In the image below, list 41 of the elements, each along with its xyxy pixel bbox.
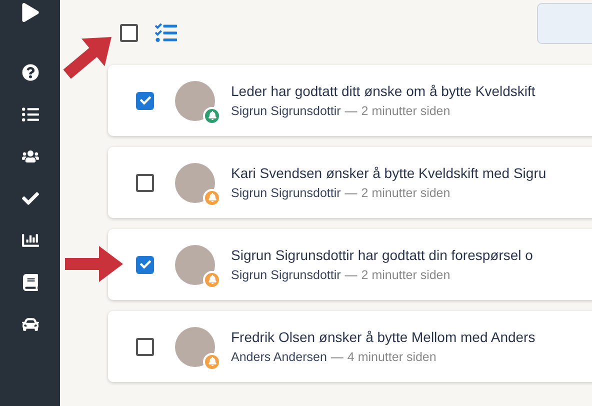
check-icon	[140, 259, 150, 270]
author-name: Sigrun Sigrunsdottir	[231, 102, 341, 120]
checkbox[interactable]	[120, 24, 138, 42]
help-icon[interactable]	[22, 64, 38, 81]
time-ago: 2 minutter siden	[361, 184, 450, 202]
time-ago: 2 minutter siden	[361, 102, 450, 120]
separator-dash: —	[330, 348, 344, 366]
book-icon[interactable]	[22, 274, 38, 291]
time-ago: 4 minutter siden	[347, 348, 436, 366]
author-name: Sigrun Sigrunsdottir	[231, 184, 341, 202]
notification-card[interactable]: Kari Svendsen ønsker å bytte Kveldskift med Sigru Sigrun Sigrunsdottir — 2 minutter siden	[108, 147, 592, 218]
avatar-photo-placeholder	[175, 326, 215, 366]
notification-title: Sigrun Sigrunsdottir har godtatt din forespørsel o	[231, 246, 533, 264]
checkbox[interactable]	[136, 92, 154, 110]
separator-dash: —	[344, 184, 358, 202]
notification-title: Fredrik Olsen ønsker å bytte Mellom med Anders	[231, 328, 536, 346]
bar-chart-icon[interactable]	[22, 232, 38, 249]
separator-dash: —	[344, 266, 358, 284]
checklist-icon[interactable]	[154, 22, 178, 44]
avatar-photo-placeholder	[175, 80, 215, 120]
notification-card[interactable]: Sigrun Sigrunsdottir har godtatt din forespørsel o Sigrun Sigrunsdottir — 2 minutter siden	[108, 229, 592, 300]
notification-card[interactable]: Fredrik Olsen ønsker å bytte Mellom med Anders Anders Andersen — 4 minutter siden	[108, 311, 592, 382]
annotation-arrow	[65, 244, 125, 284]
avatar-photo-placeholder	[175, 162, 215, 202]
car-icon[interactable]	[22, 316, 38, 333]
checkbox[interactable]	[136, 256, 154, 274]
separator-dash: —	[344, 102, 358, 120]
list-icon[interactable]	[22, 106, 38, 123]
notification-title: Leder har godtatt ditt ønske om å bytte Kveldskift	[231, 82, 536, 100]
avatar-photo-placeholder	[175, 244, 215, 284]
users-icon[interactable]	[22, 148, 38, 165]
checkbox[interactable]	[136, 338, 154, 356]
check-icon	[140, 95, 150, 106]
play-icon[interactable]	[20, 3, 40, 22]
notification-card[interactable]: Leder har godtatt ditt ønske om å bytte Kveldskift Sigrun Sigrunsdottir — 2 minutter siden	[108, 65, 592, 136]
notification-title: Kari Svendsen ønsker å bytte Kveldskift med Sigru	[231, 164, 546, 182]
author-name: Anders Andersen	[231, 348, 327, 366]
checkbox[interactable]	[136, 174, 154, 192]
author-name: Sigrun Sigrunsdottir	[231, 266, 341, 284]
check-icon[interactable]	[22, 190, 38, 207]
time-ago: 2 minutter siden	[361, 266, 450, 284]
